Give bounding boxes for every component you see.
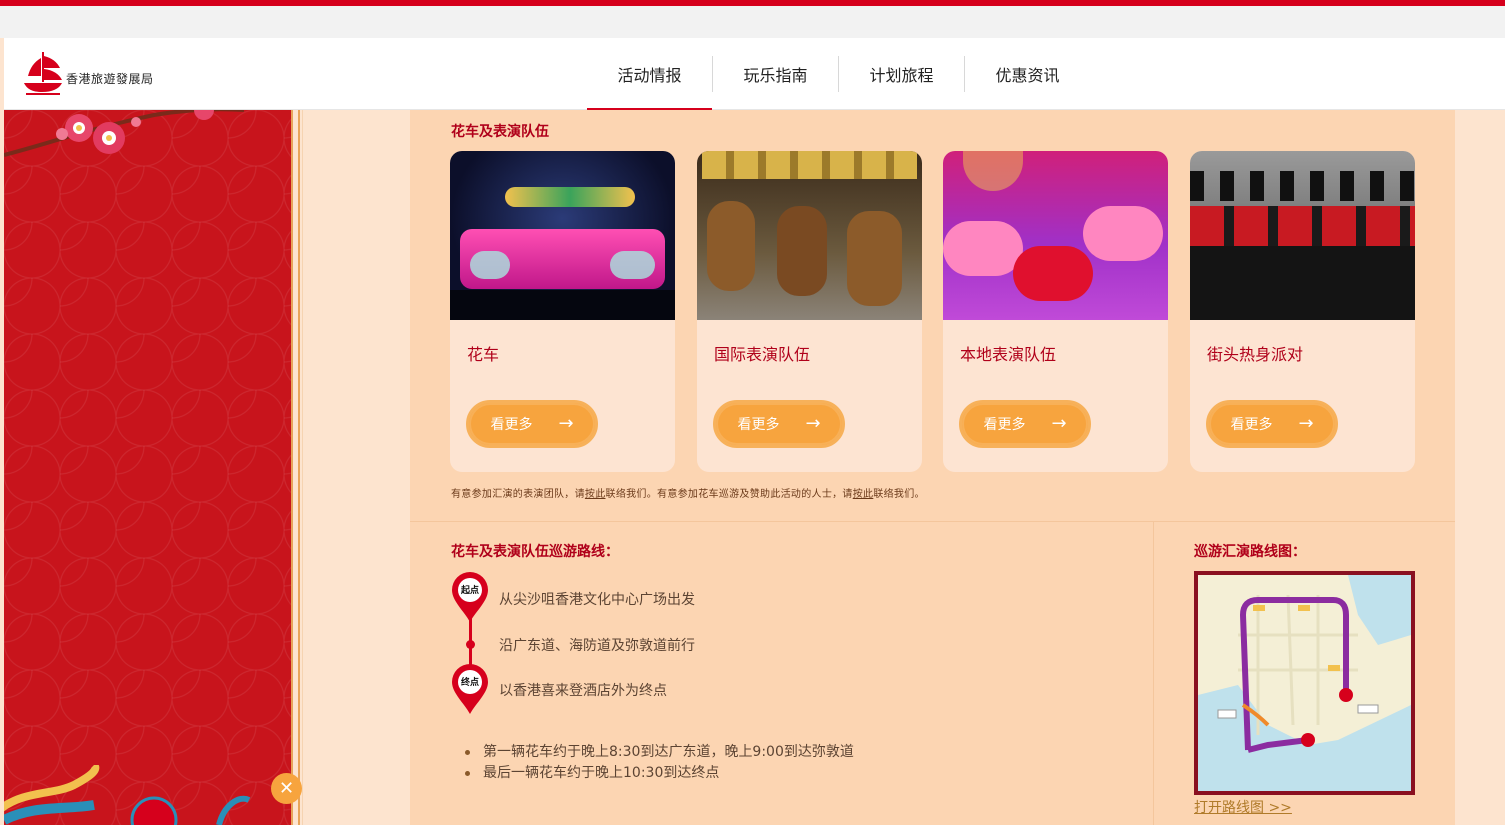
start-pin-icon: 起点	[450, 571, 490, 623]
ballet-dancers-photo[interactable]	[943, 151, 1168, 320]
right-margin	[1455, 110, 1505, 825]
card-international: 国际表演队伍 看更多 →	[697, 151, 922, 472]
plum-blossom-icon	[4, 110, 244, 157]
contact-note: 有意参加汇演的表演团队，请按此联络我们。有意参加花车巡游及赞助此活动的人士，请按…	[451, 485, 925, 500]
arrow-right-icon: →	[1051, 413, 1067, 434]
column-divider	[1153, 522, 1154, 825]
route-map-thumbnail[interactable]	[1194, 571, 1415, 795]
see-more-button[interactable]: 看更多 →	[466, 400, 598, 448]
nav-tab-guide[interactable]: 玩乐指南	[713, 38, 838, 110]
site-logo[interactable]: 香港旅遊發展局	[22, 50, 154, 96]
contact-link[interactable]: 按此	[585, 489, 606, 500]
card-float: 花车 看更多 →	[450, 151, 675, 472]
junk-boat-logo-icon	[24, 52, 62, 95]
panel-border	[291, 110, 293, 825]
note-text: 联络我们。	[873, 489, 925, 500]
note-text: 有意参加汇演的表演团队，请	[451, 489, 585, 500]
section-title-floats: 花车及表演队伍	[451, 124, 549, 140]
route-midpoint	[466, 640, 475, 649]
costumed-dancers-photo[interactable]	[697, 151, 922, 320]
panel-border	[302, 110, 303, 825]
section-divider	[410, 521, 1455, 522]
list-item: 第一辆花车约于晚上8:30到达广东道，晚上9:00到达弥敦道	[465, 742, 854, 763]
list-item: 最后一辆花车约于晚上10:30到达终点	[465, 763, 854, 784]
route-title: 花车及表演队伍巡游路线：	[451, 544, 619, 560]
close-icon[interactable]: ✕	[271, 773, 302, 804]
route-middle-text: 沿广东道、海防道及弥敦道前行	[499, 638, 695, 654]
see-more-button[interactable]: 看更多 →	[959, 400, 1091, 448]
card-title: 花车	[467, 345, 500, 364]
marching-band-photo[interactable]	[1190, 151, 1415, 320]
button-label: 看更多	[490, 417, 533, 433]
button-label: 看更多	[983, 417, 1026, 433]
arrow-right-icon: →	[1298, 413, 1314, 434]
top-strip	[0, 6, 1505, 38]
route-end-text: 以香港喜来登酒店外为终点	[499, 683, 667, 699]
end-pin-icon: 终点	[450, 663, 490, 715]
panel-border	[298, 110, 300, 825]
see-more-button[interactable]: 看更多 →	[713, 400, 845, 448]
map-title: 巡游汇演路线图：	[1194, 544, 1306, 560]
site-header: 香港旅遊發展局 活动情报 玩乐指南 计划旅程 优惠资讯	[4, 38, 1505, 111]
timing-list: 第一辆花车约于晚上8:30到达广东道，晚上9:00到达弥敦道 最后一辆花车约于晚…	[465, 742, 854, 784]
nav-tab-plan[interactable]: 计划旅程	[839, 38, 964, 110]
route-start-text: 从尖沙咀香港文化中心广场出发	[499, 592, 695, 608]
arrow-right-icon: →	[558, 413, 574, 434]
start-label: 起点	[460, 586, 479, 596]
open-map-link[interactable]: 打开路线图 >>	[1194, 797, 1292, 817]
logo-text: 香港旅遊發展局	[66, 71, 154, 86]
note-text: 联络我们。有意参加花车巡游及赞助此活动的人士，请	[605, 489, 853, 500]
card-local: 本地表演队伍 看更多 →	[943, 151, 1168, 472]
route-map-image	[1198, 575, 1411, 791]
contact-link[interactable]: 按此	[853, 489, 874, 500]
card-title: 国际表演队伍	[714, 345, 811, 364]
button-label: 看更多	[737, 417, 780, 433]
nav-tab-events[interactable]: 活动情报	[587, 38, 712, 111]
card-street-party: 街头热身派对 看更多 →	[1190, 151, 1415, 472]
decorative-red-panel	[4, 110, 291, 825]
button-label: 看更多	[1230, 417, 1273, 433]
illuminated-dragon-float-photo[interactable]	[450, 151, 675, 320]
arrow-right-icon: →	[805, 413, 821, 434]
card-title: 街头热身派对	[1207, 345, 1304, 364]
card-title: 本地表演队伍	[960, 345, 1057, 364]
nav-tab-offers[interactable]: 优惠资讯	[965, 38, 1090, 110]
main-nav: 活动情报 玩乐指南 计划旅程 优惠资讯	[587, 38, 1090, 111]
see-more-button[interactable]: 看更多 →	[1206, 400, 1338, 448]
dragon-decoration-icon	[4, 765, 251, 825]
end-label: 终点	[460, 678, 479, 688]
